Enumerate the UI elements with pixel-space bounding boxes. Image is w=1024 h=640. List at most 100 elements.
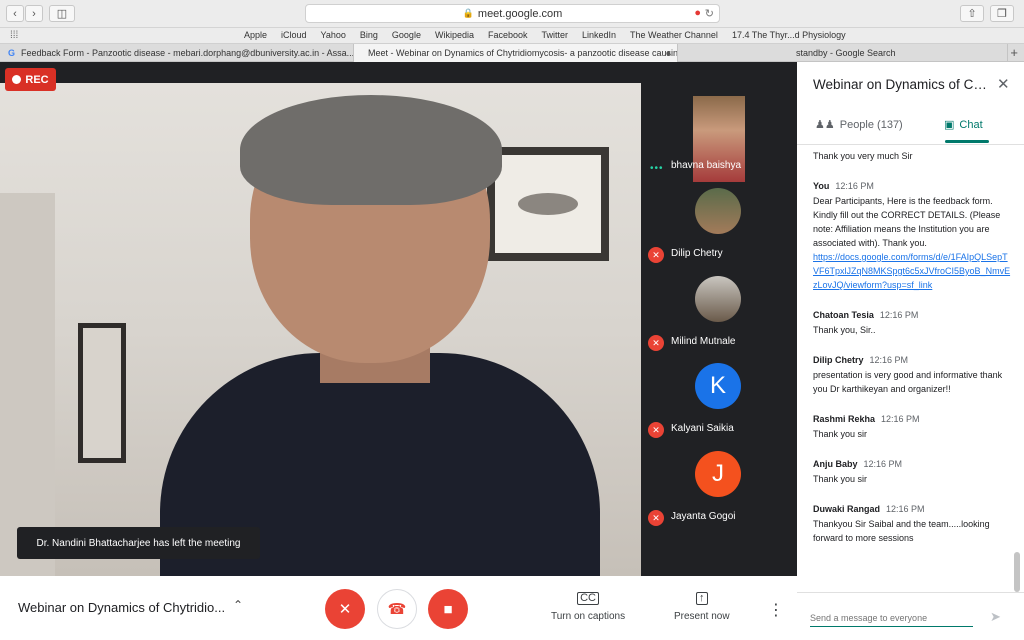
microphone-icon[interactable]: ● — [694, 7, 701, 19]
present-label: Present now — [674, 611, 730, 622]
captions-button[interactable]: CC Turn on captions — [551, 592, 625, 622]
chat-scrollbar[interactable] — [1014, 552, 1020, 592]
url-bar[interactable]: 🔒 meet.google.com ● ↻ — [305, 4, 720, 23]
muted-mic-icon: ✕ — [648, 247, 664, 263]
message-time: 12:16 PM — [881, 414, 920, 424]
chevron-left-icon: ‹ — [13, 7, 17, 20]
new-tab-button[interactable]: + — [1010, 45, 1018, 60]
participant-name: Milind Mutnale — [671, 336, 736, 347]
chevron-right-icon: › — [32, 7, 36, 20]
reload-icon[interactable]: ↻ — [705, 7, 714, 20]
speaking-indicator-icon: ••• — [650, 163, 664, 174]
message-sender: Chatoan Tesia 12:16 PM — [813, 310, 1013, 320]
participant-tile[interactable]: ••• bhavna baishya — [641, 96, 797, 183]
participant-name: Dilip Chetry — [671, 248, 723, 259]
chat-message-input[interactable] — [810, 609, 973, 627]
tab-title: Meet - Webinar on Dynamics of Chytridiom… — [368, 48, 678, 58]
speaker-figure — [160, 95, 600, 576]
message-text: Thank you very much Sir — [813, 151, 913, 161]
bookmark-item[interactable]: Facebook — [488, 30, 528, 40]
chat-label: Chat — [959, 118, 983, 131]
browser-toolbar: ‹ › ◫ 🔒 meet.google.com ● ↻ ⇧ ❐ — [0, 0, 1024, 28]
participant-tile[interactable]: ✕ Milind Mutnale — [641, 272, 797, 359]
show-tabs-button[interactable]: ❐ — [990, 5, 1014, 22]
participant-avatar: J — [695, 451, 741, 497]
bookmark-item[interactable]: Apple — [244, 30, 267, 40]
feedback-form-link[interactable]: https://docs.google.com/forms/d/e/1FAIpQ… — [813, 250, 1013, 292]
present-now-button[interactable]: ↑ Present now — [674, 592, 730, 622]
meeting-title[interactable]: Webinar on Dynamics of Chytridio... — [18, 600, 225, 615]
wall-background — [0, 193, 55, 576]
message-text: Thank you sir — [813, 474, 868, 484]
lock-icon: 🔒 — [462, 8, 474, 18]
leave-call-button[interactable]: ☎ — [377, 589, 417, 629]
captions-icon: CC — [577, 592, 599, 605]
tab-people[interactable]: ♟♟ People (137) — [815, 118, 903, 132]
chat-message-list[interactable]: Thank you very much Sir You 12:16 PM Dear… — [813, 146, 1013, 594]
bookmark-item[interactable]: Wikipedia — [435, 30, 474, 40]
sender-name: Anju Baby — [813, 459, 858, 469]
bookmark-item[interactable]: Bing — [360, 30, 378, 40]
close-icon[interactable]: ✕ — [997, 75, 1010, 93]
url-text: meet.google.com — [477, 7, 563, 20]
grid-icon[interactable]: ⁞⁞⁞ — [10, 30, 18, 41]
bookmark-item[interactable]: The Weather Channel — [630, 30, 718, 40]
sidebar-toggle-button[interactable]: ◫ — [49, 5, 75, 22]
bookmark-item[interactable]: Google — [392, 30, 421, 40]
message-text: Thankyou Sir Saibal and the team.....loo… — [813, 519, 990, 543]
tab-meet[interactable]: Meet - Webinar on Dynamics of Chytridiom… — [354, 44, 678, 62]
tab-chat[interactable]: ▣ Chat — [944, 118, 983, 132]
record-dot-icon — [12, 75, 22, 84]
microphone-icon: ● — [665, 48, 671, 58]
message-sender: Anju Baby 12:16 PM — [813, 459, 1013, 469]
participant-name: bhavna baishya — [671, 160, 742, 171]
message-time: 12:16 PM — [869, 355, 909, 365]
people-label: People (137) — [839, 118, 903, 131]
muted-mic-icon: ✕ — [648, 335, 664, 351]
camera-toggle-button[interactable]: ■ — [428, 589, 468, 629]
message-text: Thank you, Sir.. — [813, 325, 876, 335]
google-favicon-icon: G — [8, 48, 16, 58]
bookmark-item[interactable]: Yahoo — [321, 30, 346, 40]
participant-name: Kalyani Saikia — [671, 423, 734, 434]
divider — [797, 144, 1024, 145]
more-options-icon[interactable]: ⋮ — [768, 600, 784, 620]
browser-tab-bar: G Feedback Form - Panzootic disease - me… — [0, 44, 1024, 62]
back-button[interactable]: ‹ — [6, 5, 24, 22]
chat-message: Dilip Chetry 12:16 PM presentation is ver… — [813, 355, 1013, 396]
message-time: 12:16 PM — [835, 181, 874, 191]
participant-tile[interactable]: K ✕ Kalyani Saikia — [641, 359, 797, 446]
participant-tile[interactable]: J ✕ Jayanta Gogoi — [641, 447, 797, 534]
participant-name: Jayanta Gogoi — [671, 511, 736, 522]
chevron-up-icon[interactable]: ⌃ — [233, 598, 243, 612]
main-speaker-video — [0, 83, 641, 576]
sender-name: Duwaki Rangad — [813, 504, 881, 514]
chat-message: You 12:16 PM Dear Participants, Here is t… — [813, 181, 1013, 292]
chat-message: Chatoan Tesia 12:16 PM Thank you, Sir.. — [813, 310, 1013, 337]
message-text: Thank you sir — [813, 429, 868, 439]
message-sender: Dilip Chetry 12:16 PM — [813, 355, 1013, 365]
present-icon: ↑ — [696, 592, 708, 605]
chat-side-panel: Webinar on Dynamics of Chytridiomycosis … — [797, 62, 1024, 640]
tab-title: Feedback Form - Panzootic disease - meba… — [21, 48, 354, 58]
participant-tile[interactable]: ✕ Dilip Chetry — [641, 184, 797, 271]
active-tab-indicator — [945, 140, 989, 143]
sidebar-icon: ◫ — [56, 8, 68, 20]
send-icon[interactable]: ➤ — [990, 609, 1001, 625]
message-sender: Rashmi Rekha 12:16 PM — [813, 414, 1013, 424]
participant-avatar: K — [695, 363, 741, 409]
bookmark-item[interactable]: iCloud — [281, 30, 307, 40]
chat-message: Anju Baby 12:16 PM Thank you sir — [813, 459, 1013, 486]
bookmark-item[interactable]: Twitter — [542, 30, 569, 40]
forward-button[interactable]: › — [25, 5, 43, 22]
message-time: 12:16 PM — [879, 310, 919, 320]
bookmark-item[interactable]: LinkedIn — [582, 30, 616, 40]
meeting-control-bar: Webinar on Dynamics of Chytridio... ⌃ ✕ … — [0, 576, 797, 640]
tab-feedback-form[interactable]: G Feedback Form - Panzootic disease - me… — [0, 44, 354, 62]
recording-badge: REC — [5, 68, 56, 91]
microphone-toggle-button[interactable]: ✕ — [325, 589, 365, 629]
share-button[interactable]: ⇧ — [960, 5, 984, 22]
bookmark-item[interactable]: 17.4 The Thyr...d Physiology — [732, 30, 846, 40]
captions-label: Turn on captions — [551, 611, 626, 622]
tab-google-search[interactable]: standby - Google Search — [678, 44, 1008, 62]
